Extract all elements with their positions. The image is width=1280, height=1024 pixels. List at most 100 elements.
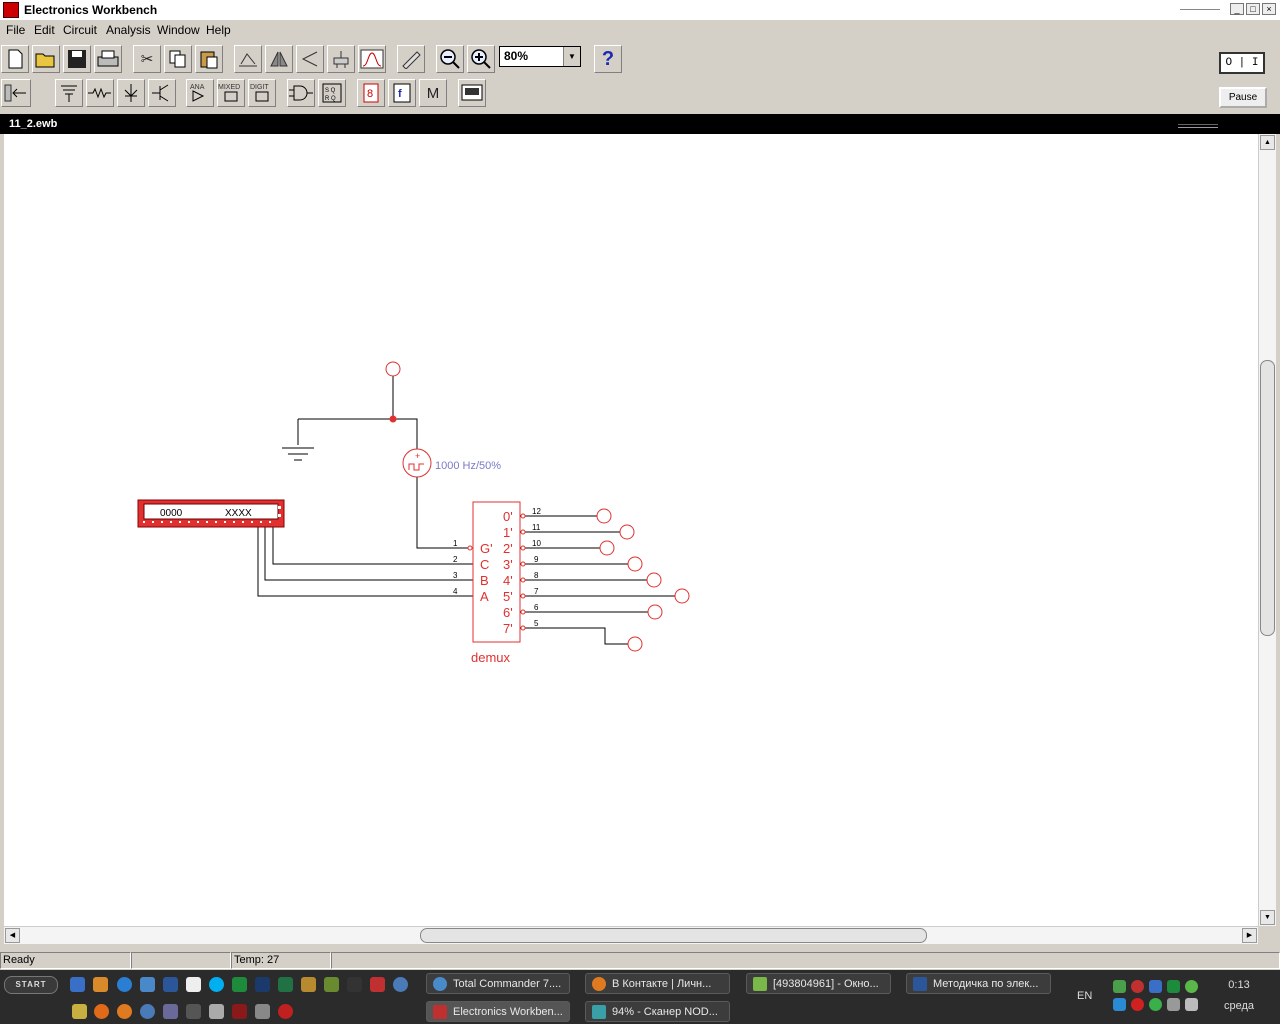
tray-icon[interactable] [1185, 998, 1198, 1011]
output-terminal[interactable] [599, 540, 615, 556]
vertical-scroll-thumb[interactable] [1260, 360, 1275, 636]
network-icon[interactable] [163, 1004, 178, 1019]
antivirus-tray-icon[interactable] [1131, 998, 1144, 1011]
maximize-button[interactable]: □ [1246, 3, 1260, 15]
print-icon[interactable] [94, 45, 122, 73]
internet-explorer-icon[interactable] [117, 977, 132, 992]
output-terminal[interactable] [619, 524, 635, 540]
task-icq-window[interactable]: [493804961] - Окно... [746, 973, 891, 994]
menu-window[interactable]: Window [157, 23, 200, 37]
menu-file[interactable]: File [6, 23, 25, 37]
indicators-bin-icon[interactable]: 8 [357, 79, 385, 107]
chevron-down-icon[interactable]: ▼ [563, 47, 580, 66]
calculator-icon[interactable] [209, 1004, 224, 1019]
help-button[interactable]: ? [594, 45, 622, 73]
volume-icon[interactable] [1167, 998, 1180, 1011]
task-word-document[interactable]: Методичка по элек... [906, 973, 1051, 994]
power-switch[interactable]: O | I [1219, 52, 1265, 74]
circuit-canvas[interactable]: + 1000 Hz/50% 0000 XXXX demux G' C B A 1… [4, 134, 1258, 926]
archive-icon[interactable] [301, 977, 316, 992]
transistors-bin-icon[interactable] [148, 79, 176, 107]
bug-icon[interactable] [72, 1004, 87, 1019]
controls-bin-icon[interactable]: f [388, 79, 416, 107]
parts-bin-toggle-icon[interactable] [1, 79, 31, 107]
paste-icon[interactable] [195, 45, 223, 73]
menu-edit[interactable]: Edit [34, 23, 55, 37]
open-folder-icon[interactable] [32, 45, 60, 73]
mail-icon[interactable] [94, 1004, 109, 1019]
drive-icon[interactable] [255, 1004, 270, 1019]
network-tray-icon[interactable] [1149, 980, 1162, 993]
save-icon[interactable] [63, 45, 91, 73]
minimize-button[interactable]: _ [1230, 3, 1244, 15]
component-properties-icon[interactable] [397, 45, 425, 73]
photoshop-icon[interactable] [255, 977, 270, 992]
clock-source[interactable]: + [402, 448, 432, 478]
firefox-icon[interactable] [117, 1004, 132, 1019]
zoom-in-icon[interactable] [467, 45, 495, 73]
flip-vertical-icon[interactable] [296, 45, 324, 73]
diodes-bin-icon[interactable] [117, 79, 145, 107]
close-button[interactable]: × [1262, 3, 1276, 15]
start-button[interactable]: START [4, 976, 58, 994]
menu-analysis[interactable]: Analysis [106, 23, 151, 37]
output-terminal[interactable] [627, 556, 643, 572]
output-terminal[interactable] [627, 636, 643, 652]
analog-ics-bin-icon[interactable]: ANA [186, 79, 214, 107]
subcircuit-icon[interactable] [327, 45, 355, 73]
scroll-up-icon[interactable]: ▲ [1260, 135, 1275, 150]
zoom-select[interactable]: 80% ▼ [499, 46, 581, 67]
output-terminal[interactable] [647, 604, 663, 620]
menu-help[interactable]: Help [206, 23, 231, 37]
tool-icon[interactable] [93, 977, 108, 992]
scroll-left-icon[interactable]: ◀ [5, 928, 20, 943]
compass-icon[interactable] [186, 977, 201, 992]
tray-icon[interactable] [1113, 980, 1126, 993]
horizontal-scrollbar[interactable]: ◀ ▶ [4, 926, 1258, 944]
copy-icon[interactable] [164, 45, 192, 73]
horizontal-scroll-thumb[interactable] [420, 928, 927, 943]
vertical-scrollbar[interactable]: ▲ ▼ [1258, 134, 1276, 926]
opera-icon[interactable] [278, 1004, 293, 1019]
excel-icon[interactable] [278, 977, 293, 992]
desktop-icon[interactable] [140, 977, 155, 992]
notepad-icon[interactable] [232, 977, 247, 992]
ground-icon[interactable] [282, 447, 314, 461]
media-icon[interactable] [186, 1004, 201, 1019]
tray-icon[interactable] [1131, 980, 1144, 993]
toolbox-icon[interactable] [324, 977, 339, 992]
task-nod-scanner[interactable]: 94% - Сканер NOD... [585, 1001, 730, 1022]
save-disk-icon[interactable] [70, 977, 85, 992]
tray-icon[interactable] [1113, 998, 1126, 1011]
instruments-bin-icon[interactable] [458, 79, 486, 107]
zoom-out-icon[interactable] [436, 45, 464, 73]
basic-bin-icon[interactable] [86, 79, 114, 107]
dvd-icon[interactable] [232, 1004, 247, 1019]
skype-icon[interactable] [209, 977, 224, 992]
le-icon[interactable] [347, 977, 362, 992]
tray-icon[interactable] [1185, 980, 1198, 993]
scroll-right-icon[interactable]: ▶ [1242, 928, 1257, 943]
digital-ics-bin-icon[interactable]: DIGIT [248, 79, 276, 107]
miscellaneous-bin-icon[interactable]: M [419, 79, 447, 107]
output-terminal[interactable] [674, 588, 690, 604]
word-generator[interactable]: 0000 XXXX [137, 499, 285, 528]
vk-icon[interactable] [393, 977, 408, 992]
output-terminal[interactable] [646, 572, 662, 588]
task-electronics-workbench[interactable]: Electronics Workben... [426, 1001, 570, 1022]
graph-icon[interactable] [358, 45, 386, 73]
tray-icon[interactable] [1167, 980, 1180, 993]
cut-icon[interactable]: ✂ [133, 45, 161, 73]
workbench-icon[interactable] [370, 977, 385, 992]
vcc-terminal[interactable] [385, 361, 401, 377]
mixed-ics-bin-icon[interactable]: MIXED [217, 79, 245, 107]
word-icon[interactable] [163, 977, 178, 992]
new-file-icon[interactable] [1, 45, 29, 73]
output-terminal[interactable] [596, 508, 612, 524]
rotate-icon[interactable] [234, 45, 262, 73]
vk-launch-icon[interactable] [140, 1004, 155, 1019]
scroll-down-icon[interactable]: ▼ [1260, 910, 1275, 925]
task-total-commander[interactable]: Total Commander 7.... [426, 973, 570, 994]
app-icon[interactable] [3, 2, 19, 18]
icq-tray-icon[interactable] [1149, 998, 1162, 1011]
